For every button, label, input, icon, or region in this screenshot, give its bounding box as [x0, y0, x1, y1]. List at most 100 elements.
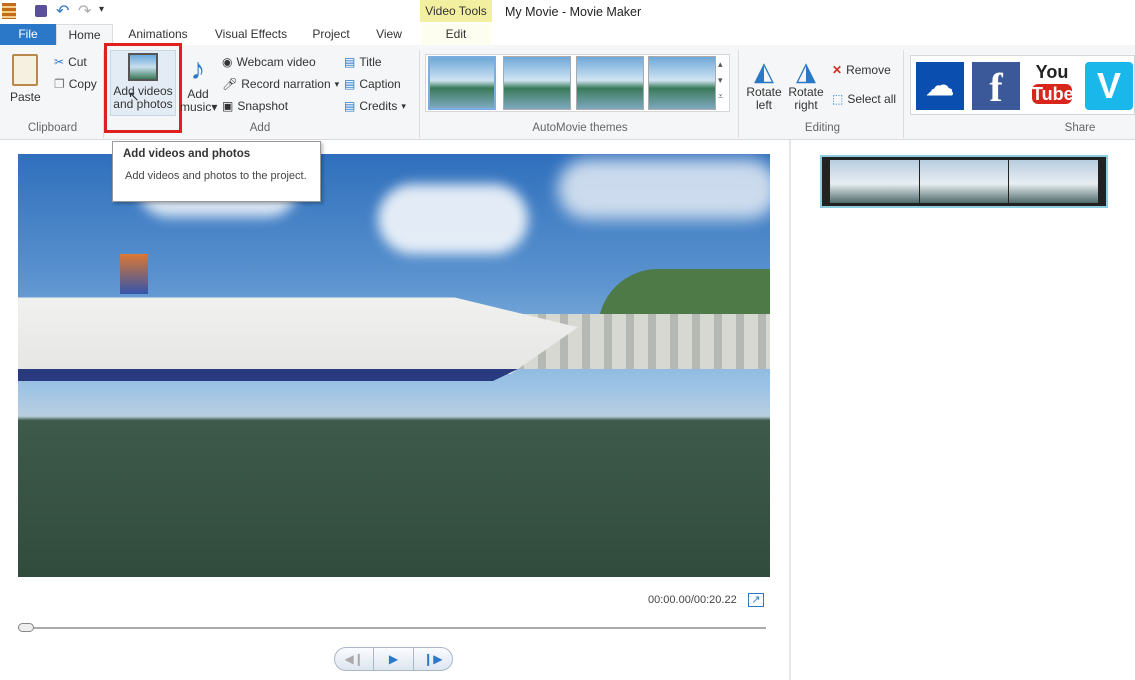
tooltip: Add videos and photos Add videos and pho…	[112, 141, 321, 202]
tab-animations[interactable]: Animations	[120, 24, 196, 45]
title-icon: ▤	[344, 55, 356, 69]
mouse-cursor-icon: ↖	[128, 88, 140, 104]
remove-label: Remove	[846, 63, 891, 77]
microphone-icon: 🎤︎	[222, 77, 238, 91]
video-preview[interactable]	[18, 154, 770, 577]
theme-thumbnail[interactable]	[503, 56, 571, 110]
rotate-right-label-2: right	[794, 98, 818, 112]
credits-label: Credits	[359, 99, 398, 113]
rotate-left-button[interactable]: ◭ Rotate left	[744, 56, 784, 112]
highlight-box	[104, 43, 182, 133]
caption-label: Caption	[359, 77, 401, 91]
select-all-button[interactable]: ⬚ Select all	[832, 92, 896, 106]
tooltip-body: Add videos and photos to the project.	[125, 170, 307, 182]
title-button[interactable]: ▤ Title	[344, 55, 382, 69]
paste-label: Paste	[10, 90, 41, 104]
rotate-right-icon: ◮	[796, 56, 816, 86]
clip-frame	[919, 160, 1009, 203]
paste-button[interactable]: Paste	[10, 54, 41, 104]
previous-frame-button[interactable]: ◀❙	[335, 648, 373, 670]
record-narration-button[interactable]: 🎤︎ Record narration ▾	[222, 77, 339, 91]
webcam-label: Webcam video	[236, 55, 316, 69]
seek-thumb[interactable]	[18, 623, 34, 632]
cruise-ship	[18, 297, 578, 374]
tab-edit[interactable]: Edit	[420, 24, 492, 45]
divider	[903, 50, 904, 138]
redo-icon[interactable]: ↷	[78, 1, 91, 21]
caption-icon: ▤	[344, 77, 356, 91]
group-label-add: Add	[249, 122, 271, 134]
tab-visual-effects[interactable]: Visual Effects	[206, 24, 296, 45]
video-tools-context: Video Tools	[420, 0, 492, 22]
youtube-text-2: Tube	[1032, 84, 1074, 104]
rotate-right-button[interactable]: ◮ Rotate right	[786, 56, 826, 112]
rotate-left-icon: ◭	[754, 56, 774, 86]
ship-funnel	[120, 254, 148, 294]
storyboard-clip[interactable]	[820, 155, 1108, 208]
play-button[interactable]: ▶	[373, 648, 414, 670]
youtube-icon[interactable]: You Tube	[1028, 62, 1076, 110]
copy-button[interactable]: ❐ Copy	[54, 77, 97, 91]
tab-home[interactable]: Home	[56, 24, 113, 45]
scissors-icon: ✂	[54, 55, 65, 69]
clip-frame	[830, 160, 919, 203]
music-note-icon: ♪	[190, 53, 206, 86]
next-frame-button[interactable]: ❙▶	[414, 648, 452, 670]
gallery-scroll[interactable]: ▴ ▾ ⩡	[718, 56, 723, 104]
copy-label: Copy	[68, 77, 97, 91]
ship-hull	[18, 369, 518, 381]
time-display: 00:00.00/00:20.22	[648, 594, 737, 606]
webcam-video-button[interactable]: ◉ Webcam video	[222, 55, 316, 69]
remove-x-icon: ✕	[832, 63, 843, 77]
undo-icon[interactable]: ↶	[56, 1, 69, 21]
add-music-button[interactable]: ♪ Add music▾	[180, 52, 217, 114]
vimeo-letter: V	[1096, 65, 1121, 106]
cloud	[378, 184, 528, 254]
select-all-label: Select all	[847, 92, 897, 106]
window-title: My Movie - Movie Maker	[505, 5, 642, 19]
group-label-editing: Editing	[804, 122, 841, 134]
theme-thumbnail[interactable]	[576, 56, 644, 110]
tooltip-title: Add videos and photos	[123, 148, 251, 160]
save-icon[interactable]	[35, 5, 47, 17]
tab-view[interactable]: View	[365, 24, 413, 45]
webcam-icon: ◉	[222, 55, 233, 69]
theme-thumbnail[interactable]	[648, 56, 716, 110]
cloud	[558, 159, 770, 219]
app-icon	[2, 3, 16, 19]
group-label-themes: AutoMovie themes	[532, 122, 628, 134]
caption-button[interactable]: ▤ Caption	[344, 77, 401, 91]
customize-qat-icon[interactable]: ▾	[99, 4, 104, 15]
facebook-letter: f	[989, 65, 1003, 110]
rotate-left-label-2: left	[755, 98, 772, 112]
fullscreen-icon[interactable]: ↗	[748, 593, 764, 607]
divider	[738, 50, 739, 138]
remove-button[interactable]: ✕ Remove	[832, 63, 891, 77]
playback-controls: ◀❙ ▶ ❙▶	[334, 647, 453, 671]
paste-icon	[12, 54, 39, 86]
facebook-icon[interactable]: f	[972, 62, 1020, 110]
cut-label: Cut	[68, 55, 87, 69]
divider	[419, 50, 420, 138]
snapshot-icon: ▣	[222, 99, 234, 113]
youtube-text-1: You	[1035, 62, 1069, 82]
group-label-share: Share	[1064, 122, 1096, 134]
title-label: Title	[359, 55, 382, 69]
group-label-clipboard: Clipboard	[27, 122, 78, 134]
credits-button[interactable]: ▤ Credits ▾	[344, 99, 406, 113]
onedrive-icon[interactable]: ☁	[916, 62, 964, 110]
tab-project[interactable]: Project	[305, 24, 357, 45]
snapshot-button[interactable]: ▣ Snapshot	[222, 99, 288, 113]
narration-label: Record narration	[241, 77, 331, 91]
vimeo-icon[interactable]: V	[1085, 62, 1133, 110]
theme-thumbnail[interactable]	[428, 56, 496, 110]
seek-bar[interactable]	[18, 627, 766, 629]
select-all-icon: ⬚	[832, 92, 844, 106]
cut-button[interactable]: ✂ Cut	[54, 55, 87, 69]
add-music-label-2: music	[180, 100, 212, 114]
pane-splitter[interactable]	[789, 140, 791, 680]
tab-file[interactable]: File	[0, 24, 56, 45]
clip-frame	[1009, 160, 1099, 203]
credits-icon: ▤	[344, 99, 356, 113]
snapshot-label: Snapshot	[237, 99, 289, 113]
